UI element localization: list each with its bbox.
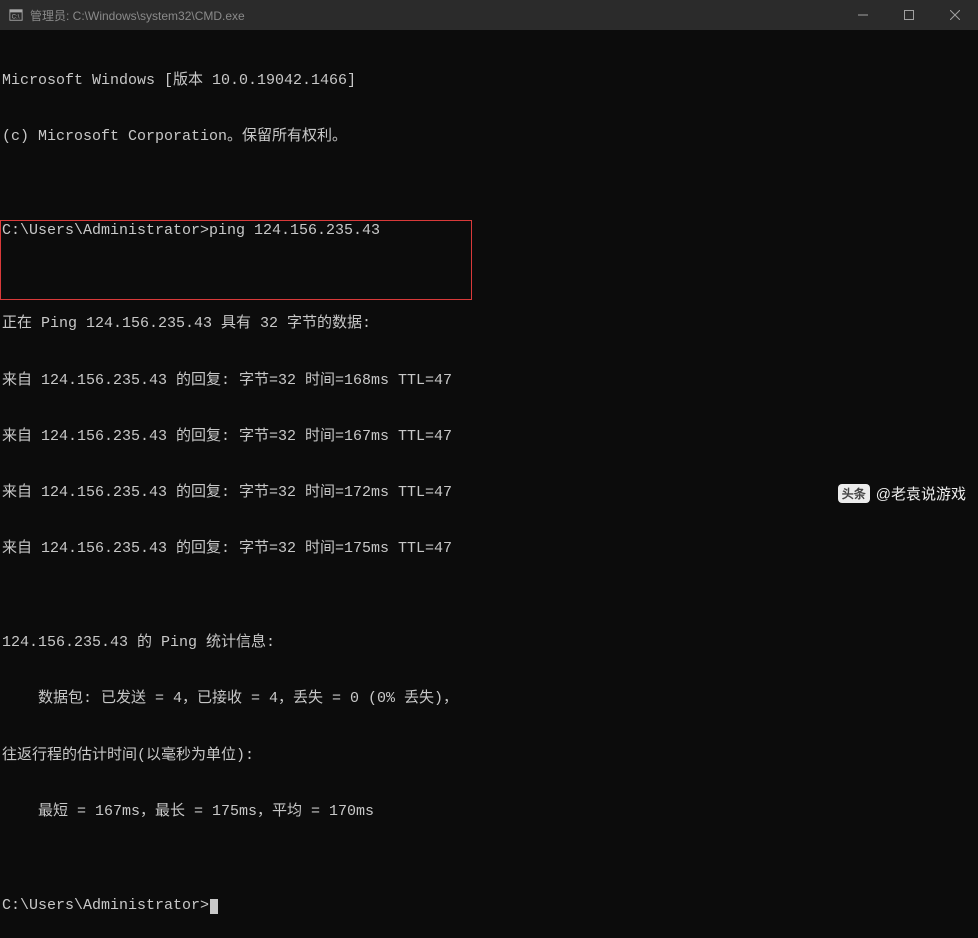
prompt-text: C:\Users\Administrator>: [2, 897, 209, 914]
maximize-button[interactable]: [886, 0, 932, 30]
copyright-line: (c) Microsoft Corporation。保留所有权利。: [2, 128, 976, 147]
command-line: C:\Users\Administrator>ping 124.156.235.…: [2, 222, 976, 241]
ping-reply: 来自 124.156.235.43 的回复: 字节=32 时间=167ms TT…: [2, 428, 976, 447]
window-title: 管理员: C:\Windows\system32\CMD.exe: [30, 7, 840, 24]
terminal-area[interactable]: Microsoft Windows [版本 10.0.19042.1466] (…: [0, 30, 978, 938]
stats-header: 124.156.235.43 的 Ping 统计信息:: [2, 634, 976, 653]
svg-text:C:\: C:\: [12, 14, 20, 21]
stats-packets: 数据包: 已发送 = 4，已接收 = 4，丢失 = 0 (0% 丢失)，: [2, 690, 976, 709]
ping-header: 正在 Ping 124.156.235.43 具有 32 字节的数据:: [2, 315, 976, 334]
cursor-icon: [210, 899, 218, 914]
version-line: Microsoft Windows [版本 10.0.19042.1466]: [2, 72, 976, 91]
close-button[interactable]: [932, 0, 978, 30]
app-icon: C:\: [8, 7, 24, 23]
watermark: 头条 @老袁说游戏: [838, 483, 966, 504]
titlebar: C:\ 管理员: C:\Windows\system32\CMD.exe: [0, 0, 978, 30]
minimize-button[interactable]: [840, 0, 886, 30]
ping-reply: 来自 124.156.235.43 的回复: 字节=32 时间=168ms TT…: [2, 372, 976, 391]
ping-reply: 来自 124.156.235.43 的回复: 字节=32 时间=175ms TT…: [2, 540, 976, 559]
ping-reply: 来自 124.156.235.43 的回复: 字节=32 时间=172ms TT…: [2, 484, 976, 503]
stats-rtt: 最短 = 167ms，最长 = 175ms，平均 = 170ms: [2, 803, 976, 822]
window-controls: [840, 0, 978, 30]
watermark-badge: 头条: [838, 484, 870, 503]
prompt-line: C:\Users\Administrator>: [2, 897, 976, 916]
stats-rtt-header: 往返行程的估计时间(以毫秒为单位):: [2, 747, 976, 766]
watermark-text: @老袁说游戏: [876, 483, 966, 504]
